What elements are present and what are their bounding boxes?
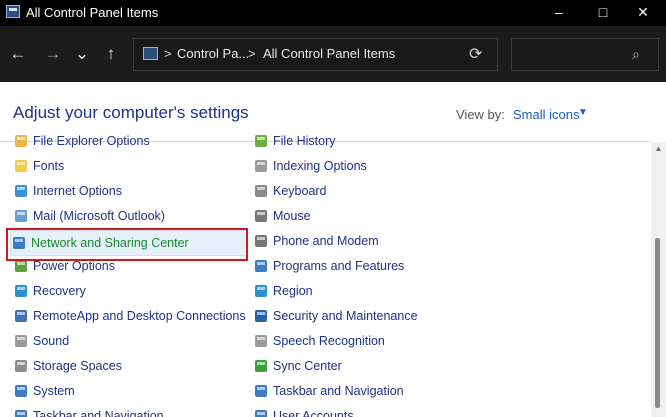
address-bar[interactable]: > Control Pa... > All Control Panel Item… (133, 38, 498, 71)
item-label: Taskbar and Navigation (273, 384, 404, 398)
vertical-scrollbar[interactable]: ▲ (651, 142, 666, 417)
breadcrumb-separator: > (248, 46, 256, 61)
phone-icon (253, 233, 269, 249)
right-item-file-history[interactable]: File History (253, 131, 478, 153)
sync-icon (253, 358, 269, 374)
left-item-file-explorer-options[interactable]: File Explorer Options (13, 131, 238, 153)
item-label: System (33, 384, 75, 398)
content-pane: Adjust your computer's settings View by:… (0, 82, 666, 417)
item-label: Indexing Options (273, 159, 367, 173)
user-icon (253, 408, 269, 417)
item-label: Speech Recognition (273, 334, 385, 348)
item-label: Mouse (273, 209, 311, 223)
right-item-taskbar-and-navigation[interactable]: Taskbar and Navigation (253, 381, 478, 403)
recovery-icon (13, 283, 29, 299)
search-input[interactable] (512, 39, 622, 70)
item-label: Power Options (33, 259, 115, 273)
left-item-system[interactable]: System (13, 381, 238, 403)
left-item-remoteapp-and-desktop-connections[interactable]: RemoteApp and Desktop Connections (13, 306, 246, 328)
title-bar: All Control Panel Items – □ ✕ (0, 0, 666, 26)
left-item-fonts[interactable]: Fonts (13, 156, 238, 178)
item-label: Phone and Modem (273, 234, 379, 248)
right-item-mouse[interactable]: Mouse (253, 206, 478, 228)
fonts-icon (13, 158, 29, 174)
forward-button[interactable]: → (42, 43, 64, 65)
scroll-up-arrow[interactable]: ▲ (651, 142, 666, 156)
right-item-region[interactable]: Region (253, 281, 478, 303)
item-label: Internet Options (33, 184, 122, 198)
item-label: RemoteApp and Desktop Connections (33, 309, 246, 323)
item-label: Sound (33, 334, 70, 348)
right-item-keyboard[interactable]: Keyboard (253, 181, 478, 203)
left-item-sound[interactable]: Sound (13, 331, 238, 353)
left-item-recovery[interactable]: Recovery (13, 281, 238, 303)
item-label: Mail (Microsoft Outlook) (33, 209, 165, 223)
page-title: Adjust your computer's settings (13, 103, 249, 122)
search-icon[interactable]: ⌕ (632, 46, 640, 63)
item-label: File History (273, 134, 336, 148)
view-by-label: View by: (456, 107, 505, 122)
remote-desktop-icon (13, 308, 29, 324)
right-item-indexing-options[interactable]: Indexing Options (253, 156, 478, 178)
item-label: Security and Maintenance (273, 309, 418, 323)
close-button[interactable]: ✕ (620, 0, 666, 24)
taskbar-icon (253, 383, 269, 399)
keyboard-icon (253, 183, 269, 199)
flag-icon (253, 308, 269, 324)
control-panel-icon (143, 47, 158, 60)
recent-locations-button[interactable]: ⌄ (71, 43, 93, 65)
navigation-bar: ← → ⌄ ↑ > Control Pa... > All Control Pa… (0, 26, 666, 82)
item-label: Sync Center (273, 359, 342, 373)
item-label: Storage Spaces (33, 359, 122, 373)
item-label: User Accounts (273, 409, 354, 417)
left-item-mail-microsoft-outlook[interactable]: Mail (Microsoft Outlook) (13, 206, 238, 228)
left-item-taskbar-and-navigation[interactable]: Taskbar and Navigation (13, 406, 238, 417)
region-icon (253, 283, 269, 299)
storage-icon (13, 358, 29, 374)
breadcrumb-control-panel[interactable]: Control Pa... (177, 46, 249, 61)
up-button[interactable]: ↑ (100, 43, 122, 65)
control-panel-icon (6, 5, 20, 18)
mail-icon (13, 208, 29, 224)
programs-icon (253, 258, 269, 274)
chevron-down-icon[interactable]: ▼ (578, 107, 588, 118)
right-item-phone-and-modem[interactable]: Phone and Modem (253, 231, 478, 253)
item-label: Recovery (33, 284, 86, 298)
item-label: Programs and Features (273, 259, 405, 273)
minimize-button[interactable]: – (536, 0, 582, 24)
highlight-annotation (6, 228, 248, 261)
view-by-dropdown[interactable]: Small icons (513, 107, 579, 122)
right-item-user-accounts[interactable]: User Accounts (253, 406, 478, 417)
item-label: Taskbar and Navigation (33, 409, 164, 417)
item-label: Keyboard (273, 184, 327, 198)
globe-icon (13, 183, 29, 199)
system-icon (13, 383, 29, 399)
folder-options-icon (13, 133, 29, 149)
item-label: Fonts (33, 159, 65, 173)
left-item-storage-spaces[interactable]: Storage Spaces (13, 356, 238, 378)
breadcrumb-all-items[interactable]: All Control Panel Items (263, 46, 395, 61)
scroll-thumb[interactable] (655, 238, 660, 408)
back-button[interactable]: ← (7, 43, 29, 65)
microphone-icon (253, 333, 269, 349)
window-title: All Control Panel Items (26, 5, 159, 20)
right-item-sync-center[interactable]: Sync Center (253, 356, 478, 378)
right-item-programs-and-features[interactable]: Programs and Features (253, 256, 478, 278)
taskbar-icon (13, 408, 29, 417)
left-item-internet-options[interactable]: Internet Options (13, 181, 238, 203)
refresh-icon[interactable]: ⟳ (469, 44, 482, 64)
item-label: Region (273, 284, 313, 298)
search-box[interactable]: ⌕ (511, 38, 659, 71)
right-item-speech-recognition[interactable]: Speech Recognition (253, 331, 478, 353)
right-item-security-and-maintenance[interactable]: Security and Maintenance (253, 306, 478, 328)
item-label: File Explorer Options (33, 134, 150, 148)
indexing-icon (253, 158, 269, 174)
mouse-icon (253, 208, 269, 224)
file-history-icon (253, 133, 269, 149)
speaker-icon (13, 333, 29, 349)
breadcrumb-separator: > (164, 46, 172, 61)
